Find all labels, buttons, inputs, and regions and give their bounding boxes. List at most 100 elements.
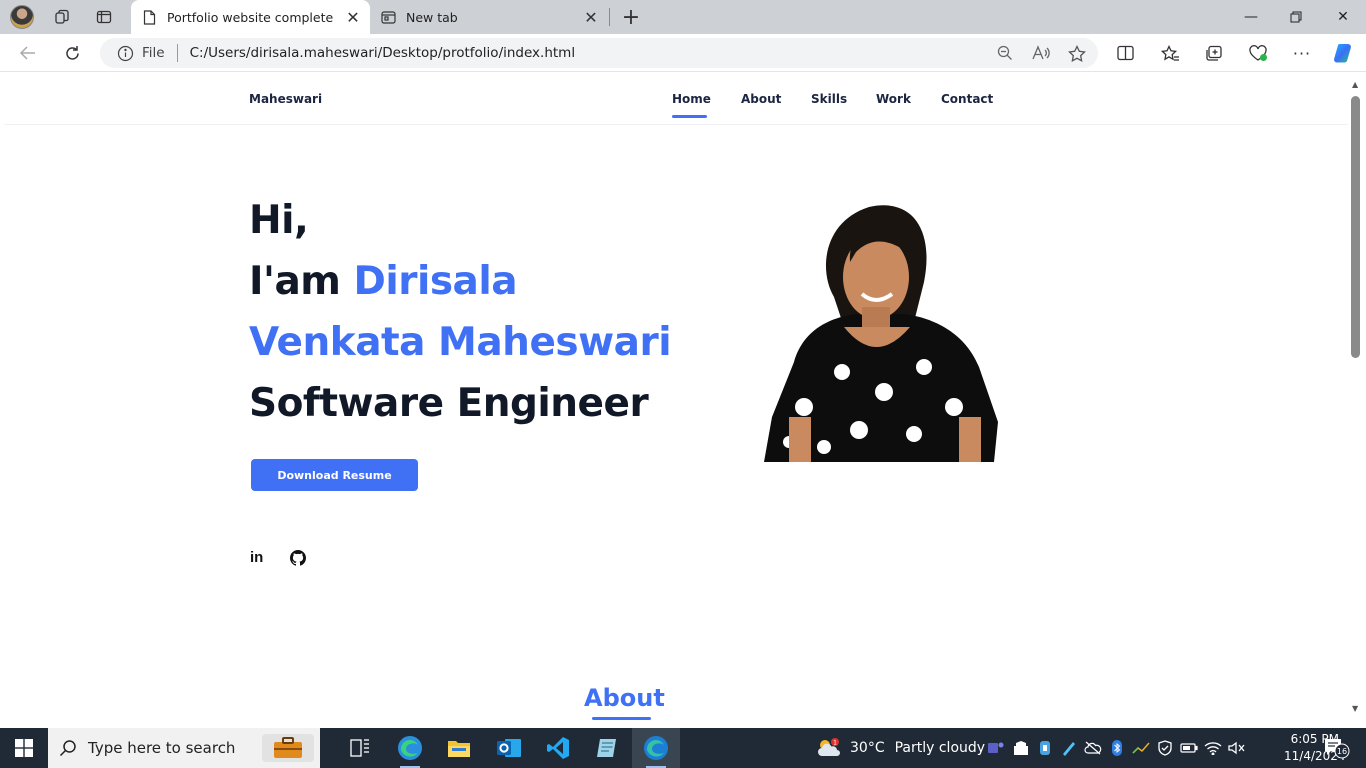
heart-pulse-icon (1249, 44, 1267, 61)
hero-iam: I'am (249, 259, 354, 304)
outlook-icon (497, 739, 521, 757)
workspaces-icon (55, 9, 69, 24)
favorite-star-icon[interactable] (1062, 39, 1092, 67)
profile-button[interactable] (8, 4, 36, 30)
download-resume-button[interactable]: Download Resume (251, 459, 418, 491)
start-button[interactable] (0, 728, 48, 768)
windows-logo-icon (15, 739, 33, 757)
scrollbar-thumb[interactable] (1351, 96, 1360, 358)
browser-toolbar: File C:/Users/dirisala.maheswari/Desktop… (0, 34, 1366, 72)
performance-button[interactable] (1243, 39, 1273, 67)
nav-contact[interactable]: Contact (941, 92, 993, 106)
tab-title: New tab (406, 9, 458, 25)
volume-muted-icon[interactable] (1228, 739, 1246, 757)
minimize-button[interactable]: — (1228, 0, 1274, 34)
nav-home[interactable]: Home (672, 92, 711, 106)
site-info-icon[interactable] (116, 44, 134, 62)
notification-count: 16 (1337, 747, 1347, 756)
weather-condition: Partly cloudy (894, 740, 986, 756)
scroll-up-arrow-icon[interactable]: ▲ (1352, 80, 1358, 89)
profile-avatar (10, 5, 34, 29)
taskbar-file-explorer[interactable] (435, 728, 483, 768)
profile-photo (764, 205, 998, 462)
split-screen-button[interactable] (1110, 39, 1140, 67)
browser-tab-strip: Portfolio website complete ✕ New tab ✕ +… (0, 0, 1366, 34)
notification-icon: 16 (1325, 739, 1350, 759)
bluetooth-icon[interactable] (1108, 739, 1126, 757)
task-view-button[interactable] (336, 728, 384, 768)
windows-taskbar: Type here to search 1 30°C Partly cloudy (0, 728, 1366, 768)
tab-portfolio[interactable]: Portfolio website complete ✕ (131, 0, 370, 34)
new-tab-button[interactable]: + (618, 4, 644, 30)
back-arrow-icon (19, 46, 35, 60)
address-divider (176, 44, 178, 62)
notepad-icon (597, 739, 616, 757)
shield-tray-icon[interactable] (1012, 739, 1030, 757)
hero-name-rest: Venkata Maheswari (249, 320, 672, 365)
favorites-button[interactable] (1155, 39, 1185, 67)
workspaces-button[interactable] (48, 4, 76, 30)
plus-icon: + (621, 4, 641, 30)
edge-icon (398, 736, 422, 760)
tab-actions-button[interactable] (90, 4, 118, 30)
partly-cloudy-icon: 1 (818, 738, 840, 756)
taskbar-notes-app[interactable] (583, 728, 631, 768)
restore-icon (1290, 11, 1302, 23)
network-activity-icon[interactable] (1132, 739, 1150, 757)
github-icon[interactable] (290, 550, 306, 566)
favorites-icon (1160, 44, 1179, 61)
scroll-down-arrow-icon[interactable]: ▼ (1352, 704, 1358, 713)
search-highlight-icon[interactable] (262, 734, 314, 762)
more-dots-icon: ··· (1292, 43, 1312, 63)
tab-divider (609, 8, 610, 26)
nav-skills[interactable]: Skills (811, 92, 847, 106)
security-shield-icon[interactable] (1156, 739, 1174, 757)
nav-work[interactable]: Work (876, 92, 911, 106)
battery-icon[interactable] (1180, 739, 1198, 757)
taskbar-outlook[interactable] (485, 728, 533, 768)
taskbar-edge-dev[interactable] (386, 728, 434, 768)
linkedin-icon[interactable]: in (250, 549, 263, 566)
weather-temperature: 30°C (850, 740, 885, 756)
weather-widget[interactable]: 1 30°C Partly cloudy (816, 728, 985, 768)
tab-new-tab[interactable]: New tab ✕ (372, 0, 608, 34)
hero-line-name: I'am Dirisala (249, 251, 671, 312)
scheme-label: File (142, 45, 165, 61)
wifi-icon[interactable] (1204, 739, 1222, 757)
page-viewport: Maheswari Home About Skills Work Contact… (4, 72, 1348, 724)
page-scrollbar[interactable]: ▲ ▼ (1348, 72, 1366, 724)
collections-button[interactable] (1199, 39, 1229, 67)
split-screen-icon (1116, 45, 1134, 61)
settings-more-button[interactable]: ··· (1287, 39, 1317, 67)
tab-title: Portfolio website complete (167, 9, 334, 25)
hero-line-greeting: Hi, (249, 198, 309, 243)
zoom-icon[interactable] (990, 39, 1020, 67)
taskbar-edge[interactable] (632, 728, 680, 768)
copilot-button[interactable] (1328, 39, 1358, 67)
address-bar[interactable]: File C:/Users/dirisala.maheswari/Desktop… (100, 38, 1098, 68)
close-tab-icon[interactable]: ✕ (580, 6, 602, 28)
url-text[interactable]: C:/Users/dirisala.maheswari/Desktop/prot… (190, 45, 990, 61)
onedrive-tray-icon[interactable] (1036, 739, 1054, 757)
close-tab-icon[interactable]: ✕ (342, 6, 364, 28)
about-heading-underline (592, 717, 651, 720)
refresh-button[interactable] (57, 39, 87, 67)
taskbar-vscode[interactable] (534, 728, 582, 768)
hero-heading: Hi, I'am Dirisala Venkata Maheswari Soft… (249, 190, 672, 434)
hero-name-first: Dirisala (353, 259, 518, 304)
edge-icon (644, 736, 668, 760)
collections-icon (1206, 45, 1222, 61)
notification-center-button[interactable]: 16 (1322, 736, 1352, 760)
restore-button[interactable] (1273, 0, 1319, 34)
nav-about[interactable]: About (741, 92, 781, 106)
cloud-offline-icon[interactable] (1084, 739, 1102, 757)
close-window-button[interactable]: ✕ (1320, 0, 1366, 34)
pen-tray-icon[interactable] (1060, 739, 1078, 757)
teams-icon[interactable] (987, 739, 1005, 757)
read-aloud-icon[interactable] (1026, 39, 1056, 67)
page-icon (141, 9, 157, 25)
site-logo[interactable]: Maheswari (249, 92, 322, 106)
vscode-icon (547, 737, 569, 759)
back-button[interactable] (13, 39, 43, 67)
tab-actions-icon (96, 10, 112, 24)
